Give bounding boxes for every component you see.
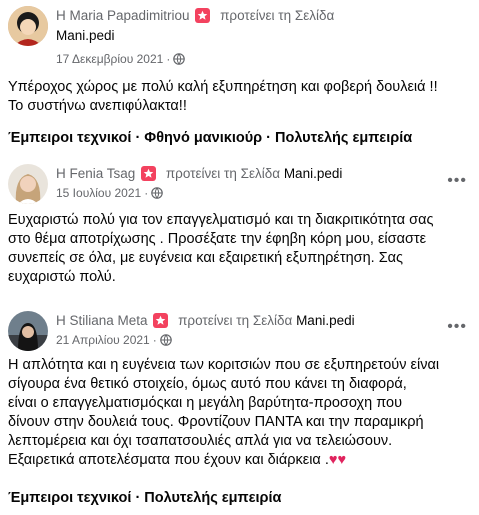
page-link[interactable]: Mani.pedi [56,28,115,43]
reviewer-name[interactable]: Stiliana Meta [70,313,148,328]
recommend-star-icon [141,166,157,181]
globe-icon [159,334,172,349]
review-text-line: Εξαιρετικά αποτελέσματα που έχουν και δι… [8,452,329,468]
page-link-row: Mani.pedi [56,28,115,43]
review-text-line: δίνουν στην δουλειά τους. Φροντίζουν ΠΑΝ… [8,414,424,430]
review-header: Η Fenia Tsag προτείνει τη Σελίδα Mani.pe… [56,166,342,181]
avatar[interactable] [8,164,48,204]
avatar[interactable] [8,6,48,46]
review-text-line: λεπτομέρεια και όχι τσαπατσουλιές απλά γ… [8,433,393,449]
review-tags: Έμπειροι τεχνικοί · Πολυτελής εμπειρία [8,490,282,506]
heart-emoji: ♥♥ [328,452,347,468]
more-options-icon[interactable]: ••• [447,318,467,336]
recommend-star-icon [195,8,211,23]
page-link[interactable]: Mani.pedi [296,313,355,328]
review-text-line: Το συστήνω ανεπιφύλακτα!! [8,98,187,114]
recommend-star-icon [153,313,169,328]
action-label: προτείνει τη Σελίδα [178,313,293,328]
review-date[interactable]: 21 Απριλίου 2021 [56,333,150,347]
review-header: Η Maria Papadimitriou προτείνει τη Σελίδ… [56,8,334,23]
review-text-line: Υπέροχος χώρος με πολύ καλή εξυπηρέτηση … [8,79,438,95]
action-label: προτείνει τη Σελίδα [220,8,335,23]
review-text-line: Ευχαριστώ πολύ για τον επαγγελματισμό κα… [8,212,434,228]
review-date[interactable]: 17 Δεκεμβρίου 2021 [56,52,163,66]
review-text-line: σίγουρα ένα θετικό στοιχείο, όμως αυτό π… [8,376,407,392]
reviewer-name[interactable]: Fenia Tsag [70,166,136,181]
review-text-line: είναι ο επαγγελματισμόςκαι η μεγάλη βαρύ… [8,395,403,411]
avatar[interactable] [8,311,48,351]
review-header: Η Stiliana Meta προτείνει τη Σελίδα Mani… [56,313,355,328]
action-label: προτείνει τη Σελίδα [165,166,281,181]
reviewer-name[interactable]: Maria Papadimitriou [70,8,190,23]
prefix-label: Η [56,313,66,328]
review-text-line: συνεπείς σε όλα, με ευγένεια και εξαιρετ… [8,250,404,266]
review-tags: Έμπειροι τεχνικοί · Φθηνό μανικιούρ · Πο… [8,130,413,146]
review-meta: 17 Δεκεμβρίου 2021 · [56,52,186,68]
prefix-label: Η [56,8,66,23]
review-text-line: στο θέμα αποτρίχωσης . Προσέξατε την έφη… [8,231,427,247]
prefix-label: Η [56,166,66,181]
globe-icon [173,53,186,68]
review-text: Υπέροχος χώρος με πολύ καλή εξυπηρέτηση … [8,78,473,116]
review-meta: 21 Απριλίου 2021 · [56,333,172,349]
review-text: Η απλότητα και η ευγένεια των κοριτσιών … [8,356,473,470]
more-options-icon[interactable]: ••• [447,172,467,190]
review-text-line: Η απλότητα και η ευγένεια των κοριτσιών … [8,357,440,373]
page-link[interactable]: Mani.pedi [284,166,343,181]
review-text: Ευχαριστώ πολύ για τον επαγγελματισμό κα… [8,211,473,287]
review-text-line: ευχαριστώ πολύ. [8,269,116,285]
globe-icon [151,187,163,202]
review-meta: 15 Ιουλίου 2021 · [56,186,163,202]
review-date[interactable]: 15 Ιουλίου 2021 [56,186,141,200]
